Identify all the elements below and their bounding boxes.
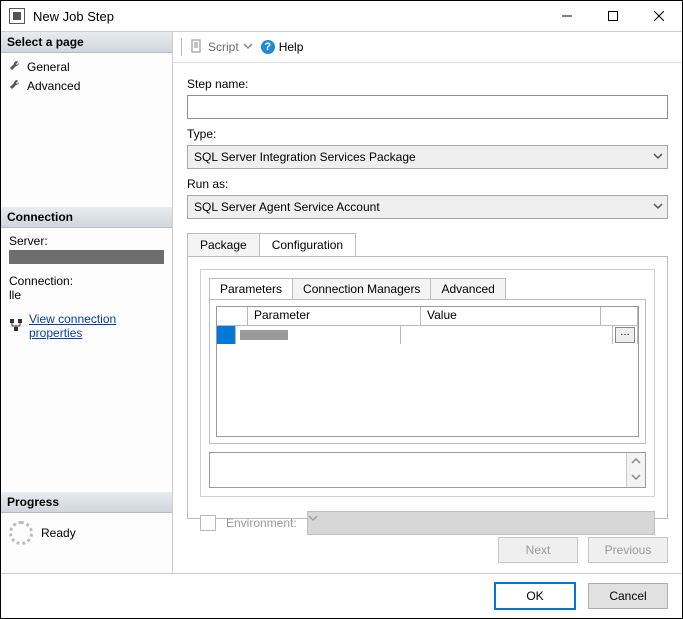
script-button[interactable]: Script bbox=[190, 39, 253, 56]
details-textarea[interactable] bbox=[209, 452, 646, 488]
server-label: Server: bbox=[9, 234, 164, 248]
inner-tab-advanced[interactable]: Advanced bbox=[430, 278, 505, 299]
progress-header: Progress bbox=[1, 492, 172, 513]
help-icon: ? bbox=[261, 40, 275, 54]
col-value: Value bbox=[421, 307, 601, 325]
app-icon bbox=[9, 8, 25, 24]
connection-value: lle bbox=[9, 288, 164, 302]
content: Step name: Type: SQL Server Integration … bbox=[173, 63, 682, 573]
textarea-body[interactable] bbox=[210, 453, 626, 487]
environment-row: Environment: bbox=[200, 511, 655, 535]
environment-combo[interactable] bbox=[307, 511, 655, 535]
inner-tab-connection-managers[interactable]: Connection Managers bbox=[292, 278, 431, 299]
server-value bbox=[9, 250, 164, 264]
wrench-icon bbox=[9, 59, 21, 74]
chevron-up-icon[interactable] bbox=[631, 455, 641, 469]
window: New Job Step Select a page General Advan… bbox=[0, 0, 683, 619]
col-action bbox=[601, 307, 638, 325]
script-label: Script bbox=[208, 40, 239, 54]
run-as-value: SQL Server Agent Service Account bbox=[194, 200, 380, 214]
chevron-down-icon bbox=[653, 200, 663, 214]
parameters-grid: Parameter Value bbox=[216, 306, 639, 437]
spinner-icon bbox=[9, 521, 33, 545]
step-name-label: Step name: bbox=[187, 77, 668, 91]
sidebar: Select a page General Advanced Connectio… bbox=[1, 32, 173, 573]
page-general[interactable]: General bbox=[1, 57, 172, 76]
maximize-button[interactable] bbox=[590, 1, 636, 31]
grid-empty bbox=[217, 344, 638, 436]
inner-tab-parameters[interactable]: Parameters bbox=[209, 278, 293, 299]
dropdown-icon bbox=[243, 40, 253, 54]
main: Script ? Help Step name: Type: SQL Serve… bbox=[173, 32, 682, 573]
environment-checkbox[interactable] bbox=[200, 515, 216, 531]
chevron-down-icon bbox=[653, 150, 663, 164]
cancel-button[interactable]: Cancel bbox=[588, 583, 668, 609]
close-button[interactable] bbox=[636, 1, 682, 31]
previous-button[interactable]: Previous bbox=[588, 537, 668, 563]
window-buttons bbox=[544, 1, 682, 31]
tab-configuration[interactable]: Configuration bbox=[259, 233, 356, 256]
row-selector[interactable] bbox=[217, 326, 236, 344]
page-label: General bbox=[27, 60, 70, 74]
help-label: Help bbox=[279, 40, 304, 54]
page-label: Advanced bbox=[27, 79, 80, 93]
footer: OK Cancel bbox=[1, 573, 682, 618]
cell-value[interactable] bbox=[401, 326, 613, 344]
grid-header: Parameter Value bbox=[217, 307, 638, 326]
progress-status: Ready bbox=[41, 526, 76, 540]
minimize-button[interactable] bbox=[544, 1, 590, 31]
textarea-scrollbar[interactable] bbox=[626, 453, 645, 487]
environment-label: Environment: bbox=[226, 516, 297, 530]
inner-panel-parameters: Parameter Value bbox=[209, 299, 646, 444]
help-button[interactable]: ? Help bbox=[261, 40, 304, 54]
type-combo[interactable]: SQL Server Integration Services Package bbox=[187, 145, 668, 169]
page-advanced[interactable]: Advanced bbox=[1, 76, 172, 95]
connection-header: Connection bbox=[1, 207, 172, 228]
run-as-combo[interactable]: SQL Server Agent Service Account bbox=[187, 195, 668, 219]
cell-parameter[interactable] bbox=[236, 326, 401, 344]
toolbar: Script ? Help bbox=[173, 32, 682, 63]
ok-button[interactable]: OK bbox=[494, 582, 576, 610]
col-parameter: Parameter bbox=[248, 307, 421, 325]
inner-tabs: Parameters Connection Managers Advanced bbox=[209, 278, 646, 299]
window-title: New Job Step bbox=[33, 9, 544, 24]
cell-action: … bbox=[613, 326, 638, 344]
connection-body: Server: Connection: lle View connection … bbox=[1, 228, 172, 346]
grid-corner bbox=[217, 307, 248, 325]
tab-panel-configuration: Parameters Connection Managers Advanced … bbox=[187, 256, 668, 519]
outer-tabs: Package Configuration bbox=[187, 233, 668, 256]
nav-buttons: Next Previous bbox=[187, 537, 668, 563]
type-value: SQL Server Integration Services Package bbox=[194, 150, 416, 164]
run-as-label: Run as: bbox=[187, 177, 668, 191]
separator bbox=[181, 38, 182, 56]
connection-properties-row: View connection properties bbox=[9, 312, 164, 340]
body: Select a page General Advanced Connectio… bbox=[1, 32, 682, 573]
select-page-header: Select a page bbox=[1, 32, 172, 53]
config-panel: Parameters Connection Managers Advanced … bbox=[200, 269, 655, 497]
script-icon bbox=[190, 39, 204, 56]
page-nav: General Advanced bbox=[1, 53, 172, 207]
wrench-icon bbox=[9, 78, 21, 93]
chevron-down-icon[interactable] bbox=[631, 471, 641, 485]
progress-body: Ready bbox=[1, 513, 172, 553]
connection-label: Connection: bbox=[9, 274, 164, 288]
titlebar: New Job Step bbox=[1, 1, 682, 32]
chevron-down-icon bbox=[308, 512, 318, 526]
network-icon bbox=[9, 318, 23, 335]
redacted-text bbox=[240, 330, 288, 340]
type-label: Type: bbox=[187, 127, 668, 141]
view-connection-properties-link[interactable]: View connection properties bbox=[29, 312, 164, 340]
grid-row[interactable]: … bbox=[217, 326, 638, 344]
ellipsis-button[interactable]: … bbox=[615, 327, 635, 343]
next-button[interactable]: Next bbox=[498, 537, 578, 563]
tab-package[interactable]: Package bbox=[187, 233, 260, 256]
step-name-input[interactable] bbox=[187, 95, 668, 119]
